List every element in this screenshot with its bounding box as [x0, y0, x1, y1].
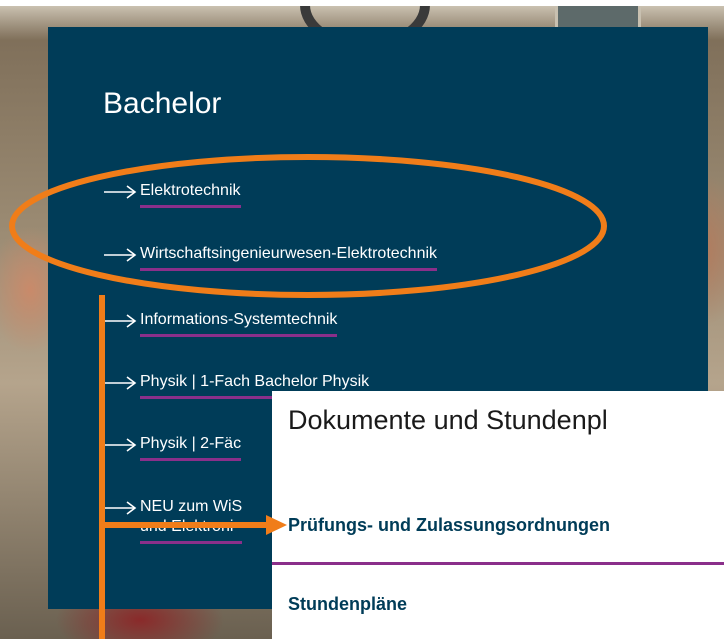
timetables-link[interactable]: Stundenpläne [288, 594, 407, 615]
link-label: Informations-Systemtechnik [140, 310, 338, 337]
link-neu-zum-wis[interactable]: NEU zum WiS und Elektroni [102, 497, 243, 544]
link-label-line2: und Elektroni [140, 518, 234, 535]
exam-regulations-link[interactable]: Prüfungs- und Zulassungsordnungen [288, 515, 610, 536]
link-label: Physik | 2-Fäc [140, 434, 242, 461]
documents-card: Dokumente und Stundenpl Prüfungs- und Zu… [272, 391, 724, 639]
right-arrow-icon [104, 248, 137, 262]
right-arrow-icon [104, 185, 137, 199]
documents-divider [272, 562, 724, 565]
right-arrow-icon [104, 314, 137, 328]
top-edge [0, 0, 724, 6]
link-physik-2-fach[interactable]: Physik | 2-Fäc [102, 434, 242, 464]
link-label-line1: NEU zum WiS [140, 498, 243, 515]
link-label: NEU zum WiS und Elektroni [140, 497, 243, 544]
link-elektrotechnik[interactable]: Elektrotechnik [102, 181, 241, 211]
right-arrow-icon [104, 376, 137, 390]
right-arrow-icon [104, 501, 137, 515]
link-wirtschaftsingenieurwesen[interactable]: Wirtschaftsingenieurwesen-Elektrotechnik [102, 244, 438, 274]
documents-title: Dokumente und Stundenpl [288, 405, 608, 435]
link-label: Elektrotechnik [140, 181, 241, 208]
link-label: Wirtschaftsingenieurwesen-Elektrotechnik [140, 244, 438, 271]
right-arrow-icon [104, 438, 137, 452]
link-informations-systemtechnik[interactable]: Informations-Systemtechnik [102, 310, 338, 340]
panel-title: Bachelor [103, 87, 222, 120]
